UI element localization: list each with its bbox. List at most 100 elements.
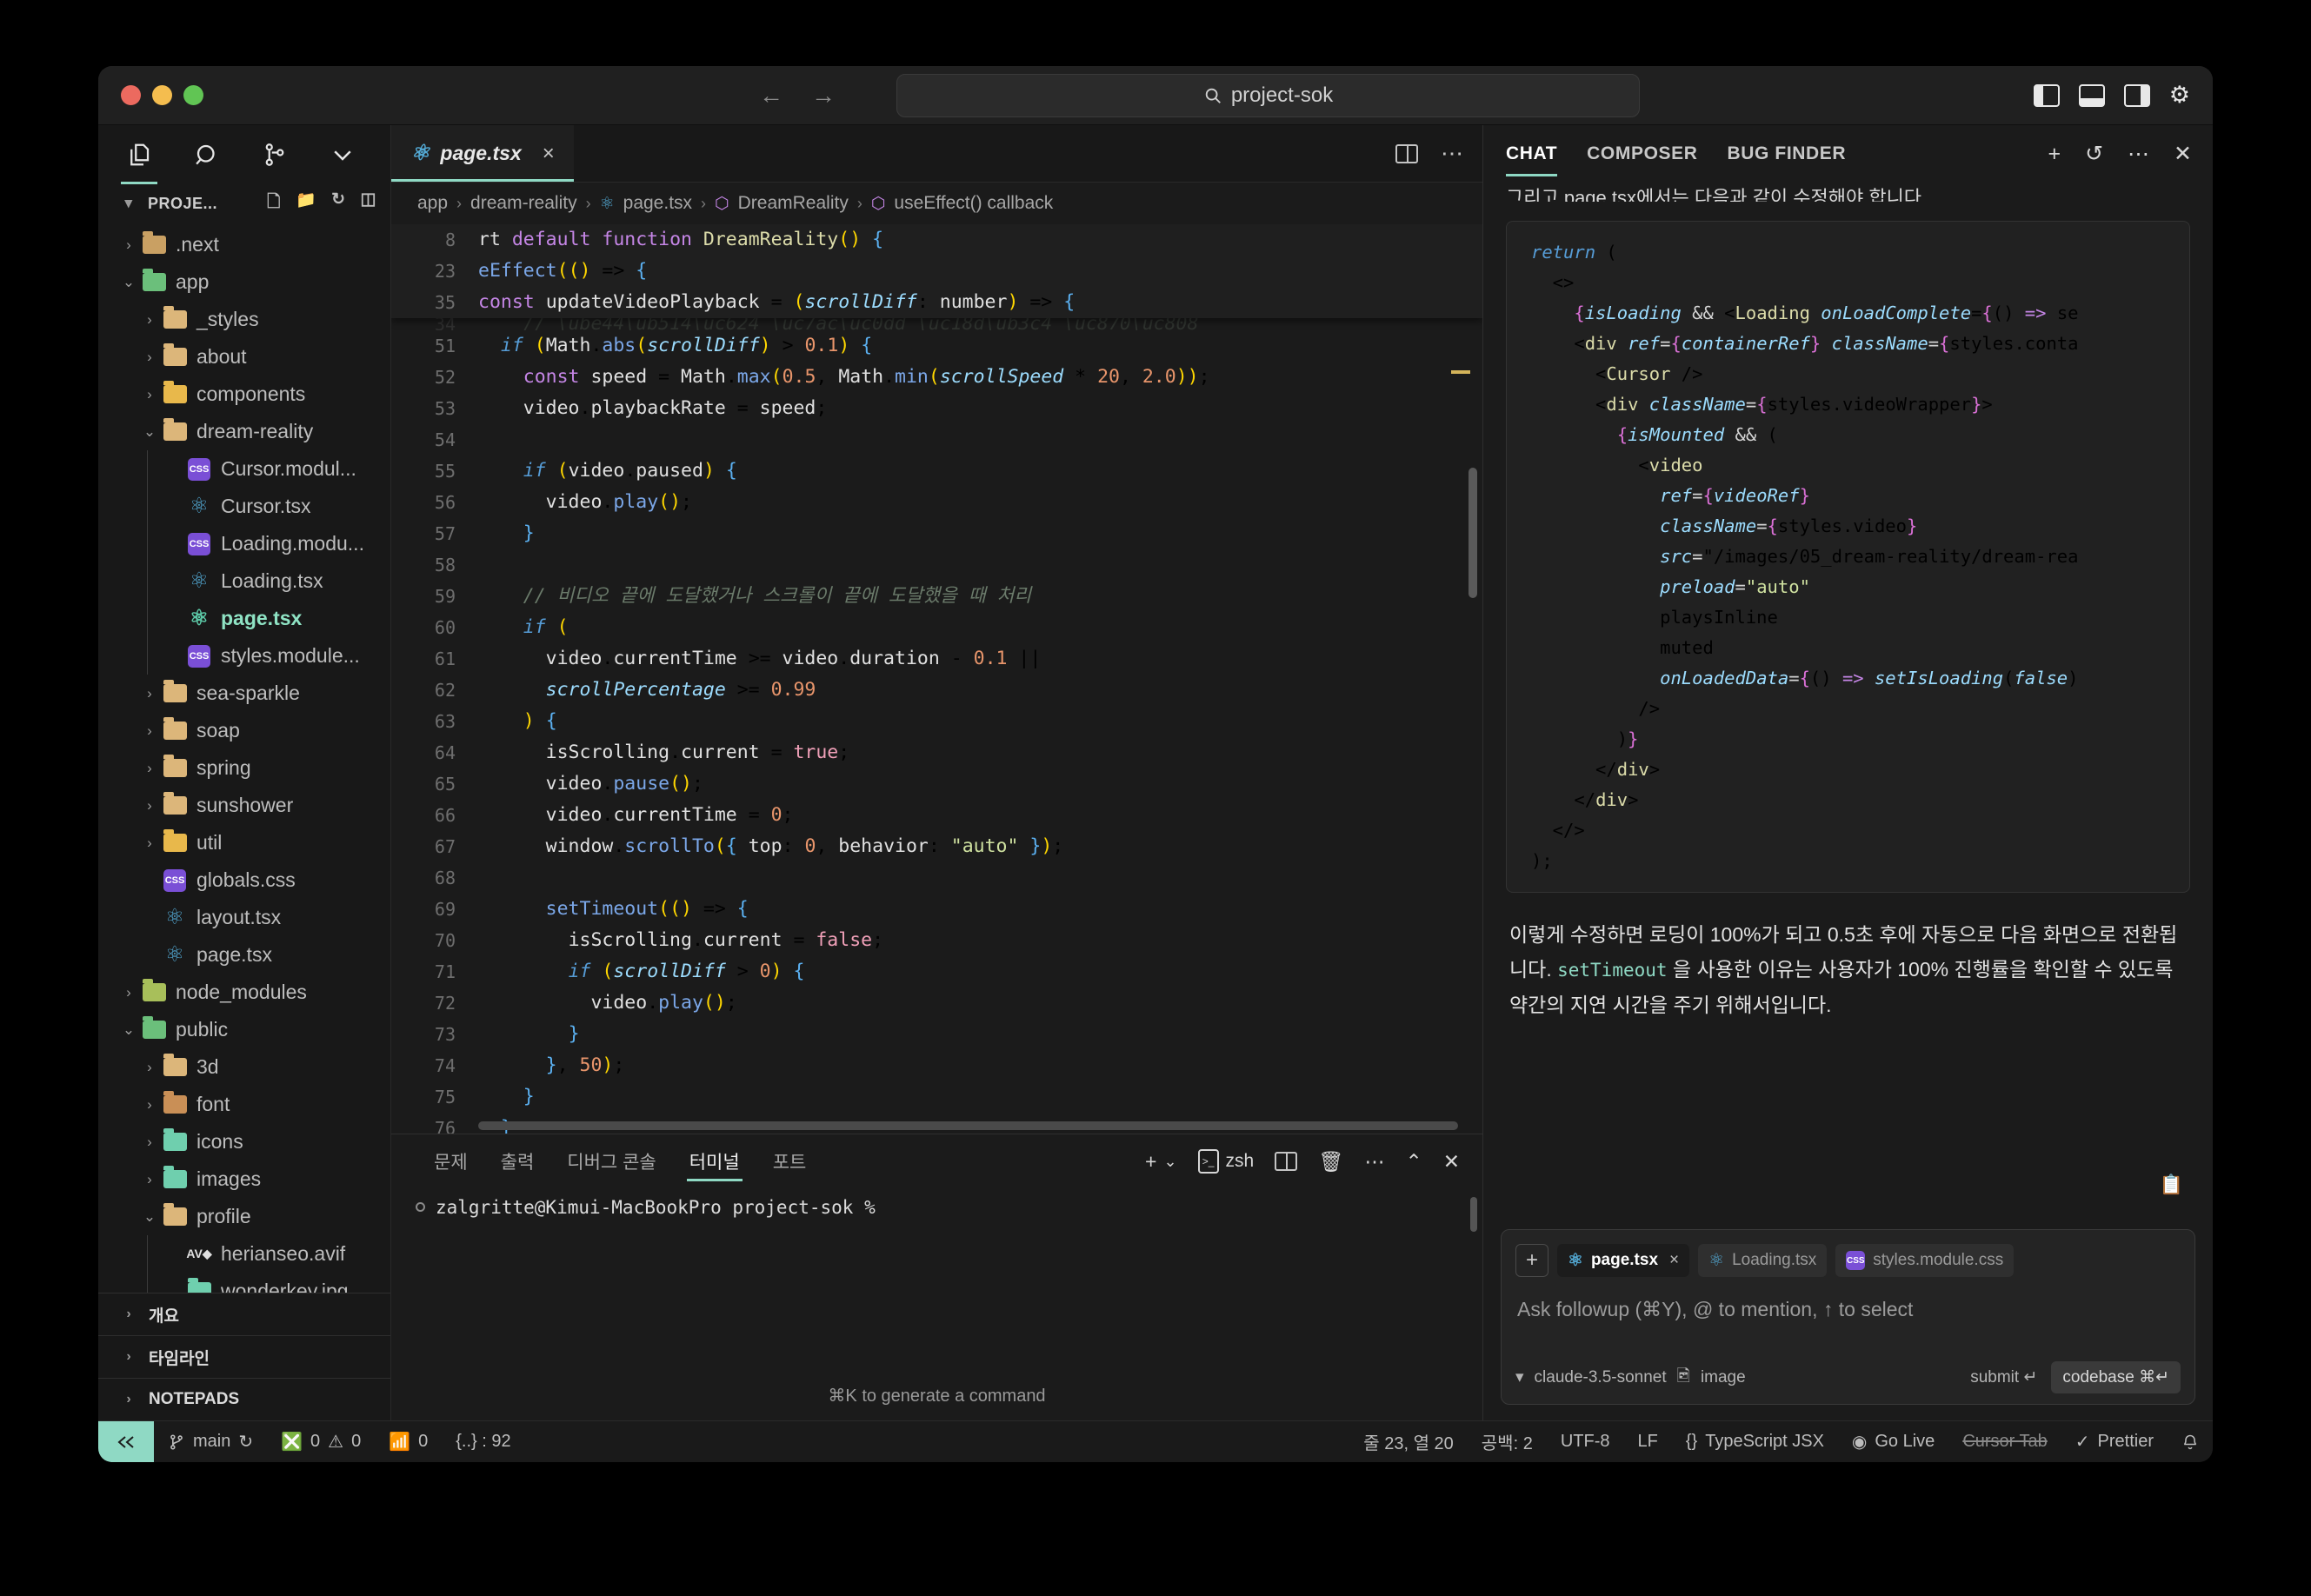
- status-ports[interactable]: 📶 0: [375, 1431, 442, 1453]
- codebase-button[interactable]: codebase ⌘↵: [2051, 1361, 2181, 1393]
- code-line[interactable]: 51 if (Math.abs(scrollDiff) > 0.1) {: [391, 330, 1482, 362]
- chevron-right-icon[interactable]: ›: [138, 835, 161, 852]
- add-context-button[interactable]: +: [1515, 1244, 1548, 1277]
- refresh-icon[interactable]: ↻: [331, 190, 345, 217]
- panel-tab-출력[interactable]: 출력: [484, 1134, 551, 1188]
- collapse-all-icon[interactable]: ◫: [361, 190, 376, 217]
- copy-icon[interactable]: 📋: [2160, 1174, 2183, 1196]
- image-icon[interactable]: 🖻: [1677, 1364, 1690, 1392]
- tree-item-loading-tsx[interactable]: ›⚛Loading.tsx: [98, 562, 390, 600]
- tree-item-3d[interactable]: ›3d: [98, 1048, 390, 1086]
- gear-icon[interactable]: ⚙: [2169, 83, 2190, 107]
- code-line[interactable]: 66 video.currentTime = 0;: [391, 800, 1482, 831]
- split-editor-icon[interactable]: [1395, 144, 1418, 163]
- code-line[interactable]: 74 }, 50);: [391, 1050, 1482, 1081]
- code-viewport[interactable]: 8rt default function DreamReality() {23e…: [391, 224, 1482, 1134]
- tree-item-sunshower[interactable]: ›sunshower: [98, 787, 390, 824]
- panel-tab-디버그 콘솔[interactable]: 디버그 콘솔: [550, 1134, 672, 1188]
- minimize-window-button[interactable]: [152, 85, 172, 105]
- code-line[interactable]: 60 if (: [391, 612, 1482, 643]
- code-line[interactable]: 52 const speed = Math.max(0.5, Math.min(…: [391, 362, 1482, 393]
- terminal-shell-indicator[interactable]: >_ zsh: [1198, 1149, 1255, 1174]
- code-line[interactable]: 67 window.scrollTo({ top: 0, behavior: "…: [391, 831, 1482, 862]
- chevron-down-icon[interactable]: ⌄: [138, 1208, 161, 1226]
- new-terminal-icon[interactable]: +: [1145, 1150, 1156, 1174]
- tree-item-app[interactable]: ⌄app: [98, 263, 390, 301]
- code-line[interactable]: 58: [391, 549, 1482, 581]
- chevron-down-icon[interactable]: ⌄: [138, 423, 161, 441]
- code-line[interactable]: 71 if (scrollDiff > 0) {: [391, 956, 1482, 988]
- tree-item-page-tsx[interactable]: ›⚛page.tsx: [98, 600, 390, 637]
- chevron-right-icon[interactable]: ›: [138, 311, 161, 329]
- toggle-bottom-panel-icon[interactable]: [2079, 84, 2105, 107]
- terminal-body[interactable]: zalgritte@Kimui-MacBookPro project-sok %…: [391, 1188, 1482, 1420]
- close-window-button[interactable]: [121, 85, 141, 105]
- chat-tab-bug-finder[interactable]: BUG FINDER: [1728, 138, 1847, 170]
- status-indentation[interactable]: 공백: 2: [1468, 1429, 1547, 1454]
- status-cursor-tab[interactable]: Cursor Tab: [1948, 1432, 2061, 1452]
- tree-item-node-modules[interactable]: ›node_modules: [98, 974, 390, 1011]
- code-line[interactable]: 69 setTimeout(() => {: [391, 894, 1482, 925]
- code-line[interactable]: 63 ) {: [391, 706, 1482, 737]
- status-prettier[interactable]: ✓ Prettier: [2061, 1431, 2168, 1453]
- terminal-dropdown-icon[interactable]: ⌄: [1163, 1153, 1176, 1171]
- search-input[interactable]: project-sok: [896, 74, 1640, 117]
- sidebar-section--[interactable]: ›타임라인: [98, 1335, 390, 1378]
- breadcrumb-item[interactable]: DreamReality: [738, 193, 849, 214]
- chevron-down-icon[interactable]: ▾: [117, 195, 140, 212]
- new-folder-icon[interactable]: 📁: [296, 190, 316, 217]
- remote-window-button[interactable]: [98, 1421, 154, 1463]
- panel-tab-문제[interactable]: 문제: [417, 1134, 484, 1188]
- tree-item-styles-module-[interactable]: ›CSSstyles.module...: [98, 637, 390, 675]
- chevron-right-icon[interactable]: ›: [138, 386, 161, 403]
- tree-item--styles[interactable]: ›_styles: [98, 301, 390, 338]
- chevron-right-icon[interactable]: ›: [138, 797, 161, 815]
- sidebar-section-notepads[interactable]: ›NOTEPADS: [98, 1378, 390, 1420]
- model-selector[interactable]: claude-3.5-sonnet: [1535, 1368, 1667, 1387]
- chevron-right-icon[interactable]: ›: [138, 1096, 161, 1114]
- status-braces[interactable]: {..} : 92: [442, 1432, 524, 1452]
- vertical-scrollbar[interactable]: [1469, 468, 1477, 598]
- breadcrumb-item[interactable]: page.tsx: [623, 193, 692, 214]
- submit-button[interactable]: submit ↵: [1970, 1367, 2037, 1387]
- tree-item-cursor-modul-[interactable]: ›CSSCursor.modul...: [98, 450, 390, 488]
- sidebar-item-search[interactable]: [192, 140, 222, 170]
- tree-item--next[interactable]: ›.next: [98, 226, 390, 263]
- code-line[interactable]: 65 video.pause();: [391, 768, 1482, 800]
- code-line[interactable]: 59 // 비디오 끝에 도달했거나 스크롤이 끝에 도달했을 때 처리: [391, 581, 1482, 612]
- sidebar-item-explorer[interactable]: [124, 140, 154, 170]
- code-line[interactable]: 70 isScrolling.current = false;: [391, 925, 1482, 956]
- forward-icon[interactable]: →: [811, 82, 836, 110]
- status-encoding[interactable]: UTF-8: [1547, 1432, 1624, 1452]
- model-chevron-icon[interactable]: ▾: [1515, 1367, 1524, 1387]
- back-icon[interactable]: ←: [759, 82, 783, 110]
- tree-item-loading-modu-[interactable]: ›CSSLoading.modu...: [98, 525, 390, 562]
- tree-item-spring[interactable]: ›spring: [98, 749, 390, 787]
- chevron-right-icon[interactable]: ›: [117, 236, 140, 254]
- breadcrumb-item[interactable]: useEffect() callback: [894, 193, 1053, 214]
- tree-item-sea-sparkle[interactable]: ›sea-sparkle: [98, 675, 390, 712]
- code-line[interactable]: 73 }: [391, 1019, 1482, 1050]
- close-icon[interactable]: ×: [543, 142, 555, 166]
- status-notifications[interactable]: [2168, 1433, 2213, 1452]
- chevron-right-icon[interactable]: ›: [138, 760, 161, 777]
- panel-tab-포트[interactable]: 포트: [756, 1134, 823, 1188]
- panel-scrollbar[interactable]: [1470, 1197, 1477, 1232]
- code-line[interactable]: 54: [391, 424, 1482, 456]
- context-pill-styles-module-css[interactable]: CSSstyles.module.css: [1835, 1244, 2014, 1277]
- chevron-right-icon[interactable]: ›: [138, 349, 161, 366]
- chevron-down-icon[interactable]: ⌄: [117, 1021, 140, 1039]
- maximize-panel-icon[interactable]: ⌃: [1405, 1150, 1422, 1174]
- code-line[interactable]: 64 isScrolling.current = true;: [391, 737, 1482, 768]
- close-panel-icon[interactable]: ✕: [1443, 1150, 1460, 1174]
- chevron-right-icon[interactable]: ›: [138, 1134, 161, 1151]
- chevron-right-icon[interactable]: ›: [117, 984, 140, 1001]
- chevron-right-icon[interactable]: ›: [138, 1171, 161, 1188]
- tree-item-public[interactable]: ⌄public: [98, 1011, 390, 1048]
- close-icon[interactable]: ×: [1669, 1251, 1679, 1270]
- sidebar-more-views-button[interactable]: [328, 140, 357, 170]
- tree-item-wonderkey-jpg[interactable]: ›wonderkey.jpg: [98, 1273, 390, 1293]
- chat-tab-composer[interactable]: COMPOSER: [1587, 138, 1697, 170]
- editor-tab-page-tsx[interactable]: ⚛ page.tsx ×: [391, 125, 574, 182]
- chevron-right-icon[interactable]: ›: [138, 685, 161, 702]
